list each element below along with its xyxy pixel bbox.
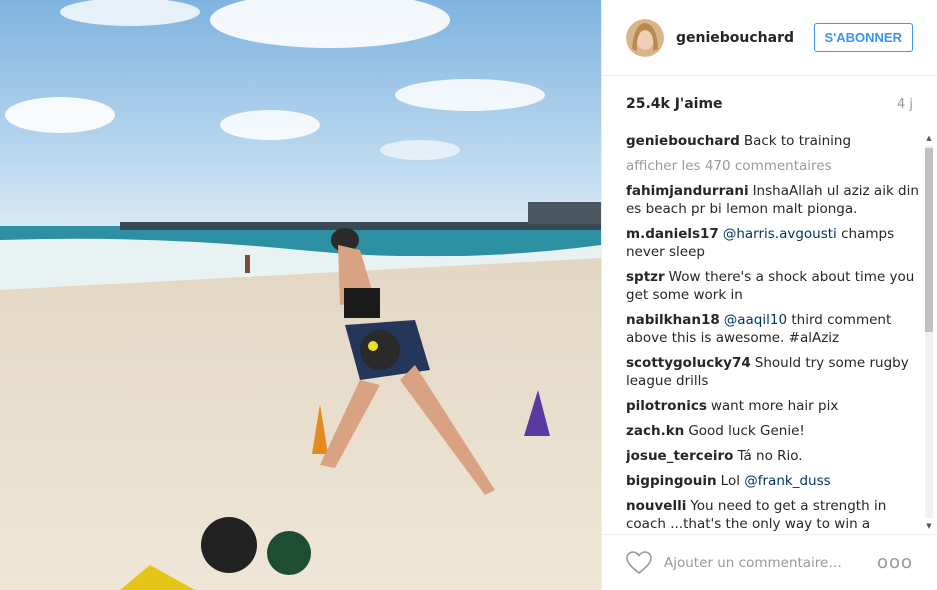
- instagram-post-view: geniebouchard S'ABONNER 25.4k J'aime 4 j…: [0, 0, 937, 590]
- follow-button[interactable]: S'ABONNER: [813, 23, 913, 52]
- post-photo[interactable]: [0, 0, 601, 590]
- comment-author[interactable]: scottygolucky74: [626, 355, 751, 371]
- post-stats: 25.4k J'aime 4 j: [602, 76, 937, 132]
- comment-text: Tá no Rio.: [737, 448, 803, 464]
- comment-item: scottygolucky74 Should try some rugby lea…: [626, 354, 919, 390]
- avatar[interactable]: [626, 18, 664, 57]
- comment-author[interactable]: zach.kn: [626, 423, 684, 439]
- caption-author[interactable]: geniebouchard: [626, 133, 740, 149]
- post-side-panel: geniebouchard S'ABONNER 25.4k J'aime 4 j…: [601, 0, 937, 590]
- comment-item: zach.kn Good luck Genie!: [626, 422, 919, 440]
- comment-item: josue_terceiro Tá no Rio.: [626, 447, 919, 465]
- comment-text: Good luck Genie!: [688, 423, 805, 439]
- comment-mention[interactable]: @aaqil10: [724, 312, 787, 328]
- scrollbar-thumb[interactable]: [925, 148, 933, 332]
- comment-author[interactable]: m.daniels17: [626, 226, 719, 242]
- comment-author[interactable]: nouvelli: [626, 498, 686, 514]
- comment-mention[interactable]: @frank_duss: [744, 473, 830, 489]
- add-comment-input[interactable]: Ajouter un commentaire…: [664, 555, 877, 571]
- heart-icon[interactable]: [626, 550, 652, 575]
- more-options-icon[interactable]: ooo: [877, 552, 913, 573]
- comment-text: Lol: [720, 473, 745, 489]
- load-more-comments-link[interactable]: afficher les 470 commentaires: [626, 157, 919, 175]
- comment-list: geniebouchard Back to training afficher l…: [626, 132, 919, 532]
- comment-item: fahimjandurrani InshaAllah ul aziz aik di…: [626, 182, 919, 218]
- comment-text: Wow there's a shock about time you get s…: [626, 269, 915, 303]
- comment-mention[interactable]: @harris.avgousti: [723, 226, 837, 242]
- avatar-image-icon: [626, 18, 664, 57]
- comment-item: pilotronics want more hair pix: [626, 397, 919, 415]
- caption: geniebouchard Back to training: [626, 132, 919, 150]
- comment-text: want more hair pix: [710, 398, 839, 414]
- caption-text: Back to training: [743, 133, 852, 149]
- comment-author[interactable]: bigpingouin: [626, 473, 717, 489]
- comment-item: bigpingouin Lol @frank_duss: [626, 472, 919, 490]
- comment-author[interactable]: nabilkhan18: [626, 312, 720, 328]
- comment-author[interactable]: sptzr: [626, 269, 665, 285]
- comment-item: nouvelli You need to get a strength in co…: [626, 497, 919, 532]
- comment-author[interactable]: pilotronics: [626, 398, 707, 414]
- scroll-down-arrow-icon[interactable]: ▼: [923, 522, 935, 530]
- post-header: geniebouchard S'ABONNER: [602, 0, 937, 76]
- like-count[interactable]: 25.4k J'aime: [626, 96, 723, 112]
- comment-item: nabilkhan18 @aaqil10 third comment above …: [626, 311, 919, 347]
- username-link[interactable]: geniebouchard: [676, 30, 814, 46]
- comment-item: sptzr Wow there's a shock about time you …: [626, 268, 919, 304]
- comments-scrollbar[interactable]: ▲ ▼: [923, 134, 935, 530]
- comment-author[interactable]: fahimjandurrani: [626, 183, 749, 199]
- comment-item: m.daniels17 @harris.avgousti champs never…: [626, 225, 919, 261]
- comment-author[interactable]: josue_terceiro: [626, 448, 733, 464]
- beach-photo: [0, 0, 601, 590]
- scroll-up-arrow-icon[interactable]: ▲: [923, 134, 935, 142]
- post-footer: Ajouter un commentaire… ooo: [602, 534, 937, 590]
- post-age[interactable]: 4 j: [897, 97, 913, 112]
